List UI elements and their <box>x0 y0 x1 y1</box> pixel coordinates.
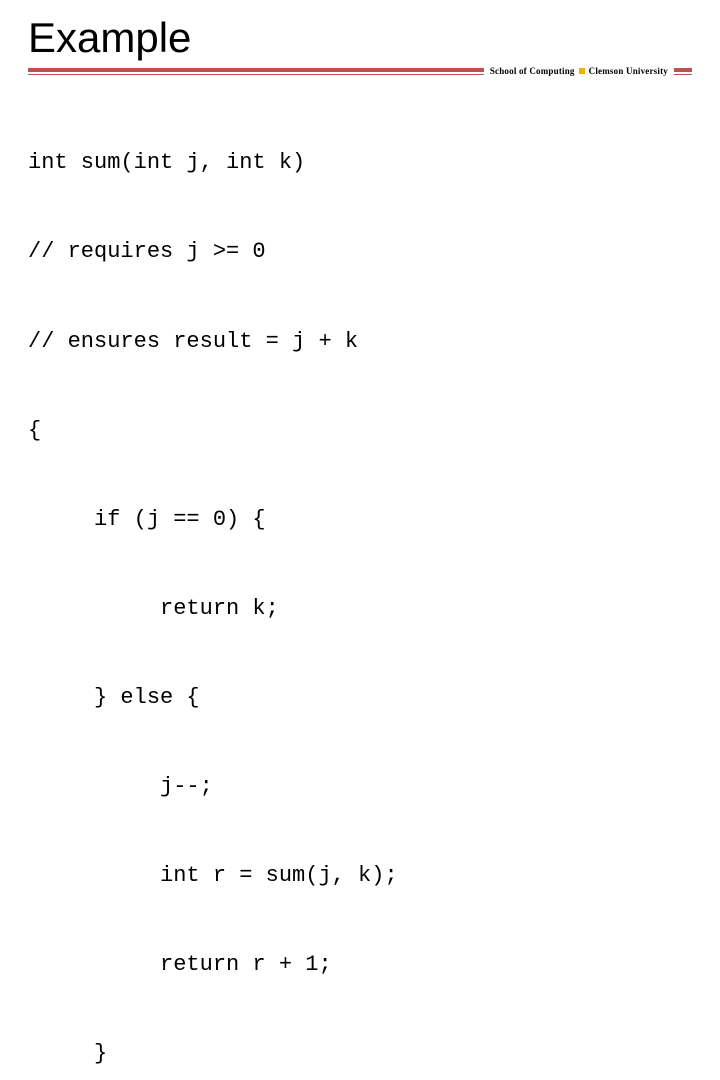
code-line: } else { <box>28 683 692 713</box>
code-line: return r + 1; <box>28 950 692 980</box>
code-line: return k; <box>28 594 692 624</box>
affiliation-left: School of Computing <box>490 66 575 76</box>
separator-square-icon <box>579 68 585 74</box>
code-line: if (j == 0) { <box>28 505 692 535</box>
code-block: int sum(int j, int k) // requires j >= 0… <box>28 89 692 1080</box>
code-line: // requires j >= 0 <box>28 237 692 267</box>
page-title: Example <box>28 14 692 62</box>
code-line: j--; <box>28 772 692 802</box>
code-line: } <box>28 1039 692 1069</box>
code-line: int r = sum(j, k); <box>28 861 692 891</box>
code-line: int sum(int j, int k) <box>28 148 692 178</box>
affiliation-right: Clemson University <box>589 66 668 76</box>
code-line: // ensures result = j + k <box>28 327 692 357</box>
title-rule: School of Computing Clemson University <box>28 68 692 75</box>
slide: Example School of Computing Clemson Univ… <box>0 0 720 540</box>
affiliation: School of Computing Clemson University <box>484 66 674 76</box>
code-line: { <box>28 416 692 446</box>
